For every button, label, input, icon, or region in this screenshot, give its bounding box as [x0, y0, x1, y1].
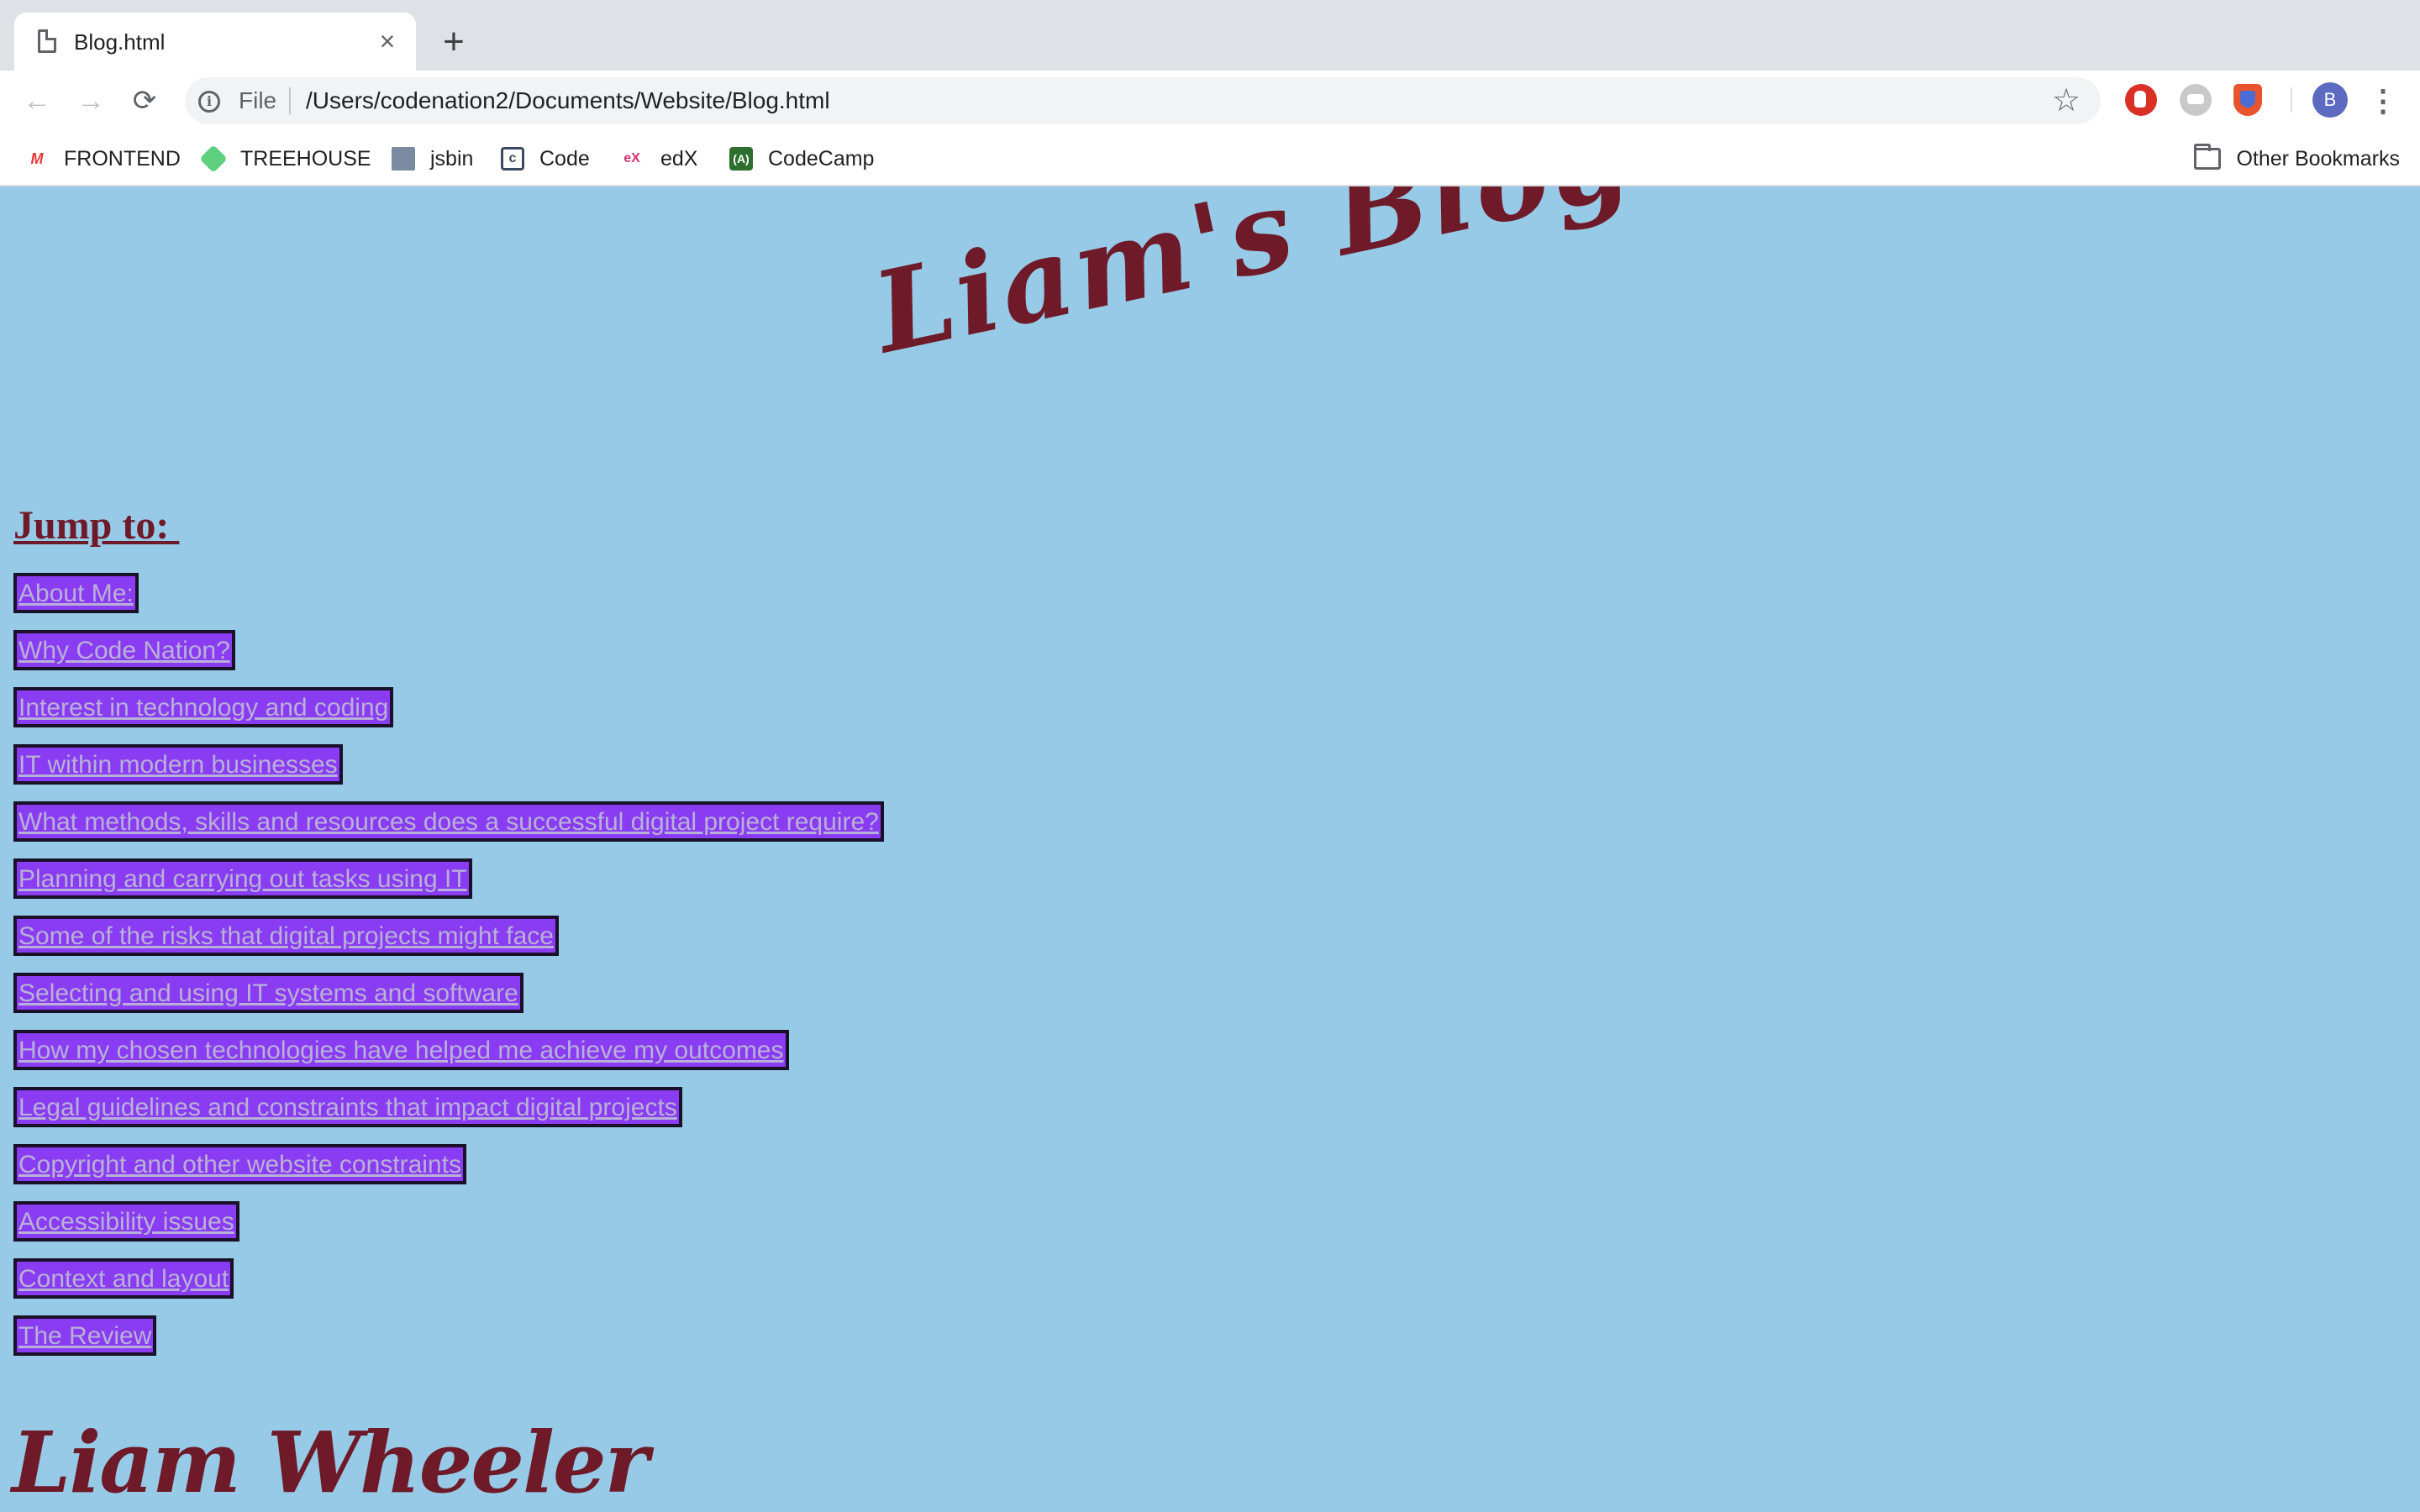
bookmark-frontend[interactable]: M FRONTEND [25, 144, 181, 174]
jump-link-review[interactable]: The Review [13, 1315, 157, 1356]
other-bookmarks-label: Other Bookmarks [2236, 147, 2400, 171]
list-item: Context and layout [13, 1258, 884, 1315]
jump-link-it-systems[interactable]: Selecting and using IT systems and softw… [13, 973, 523, 1013]
other-bookmarks[interactable]: Other Bookmarks [2194, 144, 2400, 174]
jump-link-risks[interactable]: Some of the risks that digital projects … [13, 916, 559, 956]
codecamp-icon: (A) [729, 147, 753, 171]
list-item: The Review [13, 1315, 884, 1373]
bookmark-code[interactable]: c Code [501, 144, 590, 174]
tab-strip: Blog.html × + [0, 0, 2420, 71]
code-icon: c [501, 147, 524, 171]
extension-icon[interactable] [2180, 84, 2212, 116]
list-item: Interest in technology and coding [13, 687, 884, 744]
list-item: About Me: [13, 573, 884, 630]
close-icon[interactable]: × [372, 26, 402, 56]
frontend-icon: M [25, 147, 49, 171]
reload-button[interactable]: ⟳ [126, 82, 163, 119]
folder-icon [2194, 144, 2222, 170]
divider [289, 87, 291, 114]
list-item: What methods, skills and resources does … [13, 801, 884, 858]
browser-toolbar: ← → ⟳ i File /Users/codenation2/Document… [0, 71, 2420, 131]
bookmark-edx[interactable]: eX edX [618, 144, 697, 174]
jump-link-it-business[interactable]: IT within modern businesses [13, 744, 343, 785]
divider [2291, 87, 2292, 113]
list-item: Selecting and using IT systems and softw… [13, 973, 884, 1030]
info-icon[interactable]: i [198, 91, 220, 113]
jump-link-about-me[interactable]: About Me: [13, 573, 139, 613]
bookmark-label: CodeCamp [768, 147, 875, 171]
jump-link-accessibility[interactable]: Accessibility issues [13, 1201, 239, 1242]
forward-button[interactable]: → [72, 82, 109, 119]
new-tab-button[interactable]: + [435, 24, 472, 60]
shield-extension-icon[interactable] [2233, 84, 2262, 116]
list-item: Accessibility issues [13, 1201, 884, 1258]
jump-link-methods[interactable]: What methods, skills and resources does … [13, 801, 884, 842]
list-item: Why Code Nation? [13, 630, 884, 687]
bookmark-jsbin[interactable]: jsbin [392, 144, 473, 174]
bookmark-label: edX [660, 147, 698, 171]
jump-link-copyright[interactable]: Copyright and other website constraints [13, 1144, 466, 1184]
tab-title: Blog.html [74, 29, 166, 55]
adblock-extension-icon[interactable] [2125, 84, 2157, 116]
edx-icon: eX [618, 147, 645, 171]
jump-link-legal[interactable]: Legal guidelines and constraints that im… [13, 1087, 682, 1127]
list-item: Planning and carrying out tasks using IT [13, 858, 884, 916]
list-item: Some of the risks that digital projects … [13, 916, 884, 973]
list-item: How my chosen technologies have helped m… [13, 1030, 884, 1087]
list-item: IT within modern businesses [13, 744, 884, 801]
jump-link-planning[interactable]: Planning and carrying out tasks using IT [13, 858, 472, 899]
list-item: Copyright and other website constraints [13, 1144, 884, 1201]
bookmarks-bar: M FRONTEND TREEHOUSE jsbin c Code eX edX… [0, 131, 2420, 186]
bookmark-label: jsbin [430, 147, 474, 171]
author-name: Liam Wheeler [12, 1413, 649, 1512]
page-content: Liam's Blog Jump to: About Me: Why Code … [0, 186, 2420, 1512]
address-bar[interactable]: i File /Users/codenation2/Documents/Webs… [185, 77, 2101, 124]
bookmark-label: TREEHOUSE [240, 147, 371, 171]
back-button[interactable]: ← [18, 82, 55, 119]
jump-link-technologies[interactable]: How my chosen technologies have helped m… [13, 1030, 789, 1070]
list-item: Legal guidelines and constraints that im… [13, 1087, 884, 1144]
jump-links-list: About Me: Why Code Nation? Interest in t… [13, 573, 884, 1373]
url-scheme: File [239, 87, 277, 113]
page-icon [38, 29, 56, 53]
treehouse-icon [199, 144, 228, 173]
bookmark-label: FRONTEND [64, 147, 181, 171]
jump-link-context[interactable]: Context and layout [13, 1258, 234, 1299]
jump-link-interest[interactable]: Interest in technology and coding [13, 687, 394, 727]
jump-to-heading: Jump to: [13, 503, 180, 548]
url-text[interactable]: /Users/codenation2/Documents/Website/Blo… [306, 87, 830, 114]
menu-icon[interactable]: ⋮ [2368, 82, 2398, 119]
tab-blog[interactable]: Blog.html × [14, 13, 416, 71]
bookmark-treehouse[interactable]: TREEHOUSE [199, 144, 371, 174]
jsbin-icon [392, 147, 415, 171]
bookmark-star-icon[interactable]: ☆ [2052, 84, 2081, 118]
profile-avatar[interactable]: B [2312, 82, 2348, 118]
bookmark-label: Code [539, 147, 590, 171]
page-title: Liam's Blog [863, 186, 1643, 380]
bookmark-codecamp[interactable]: (A) CodeCamp [729, 144, 874, 174]
jump-link-why-code-nation[interactable]: Why Code Nation? [13, 630, 235, 670]
